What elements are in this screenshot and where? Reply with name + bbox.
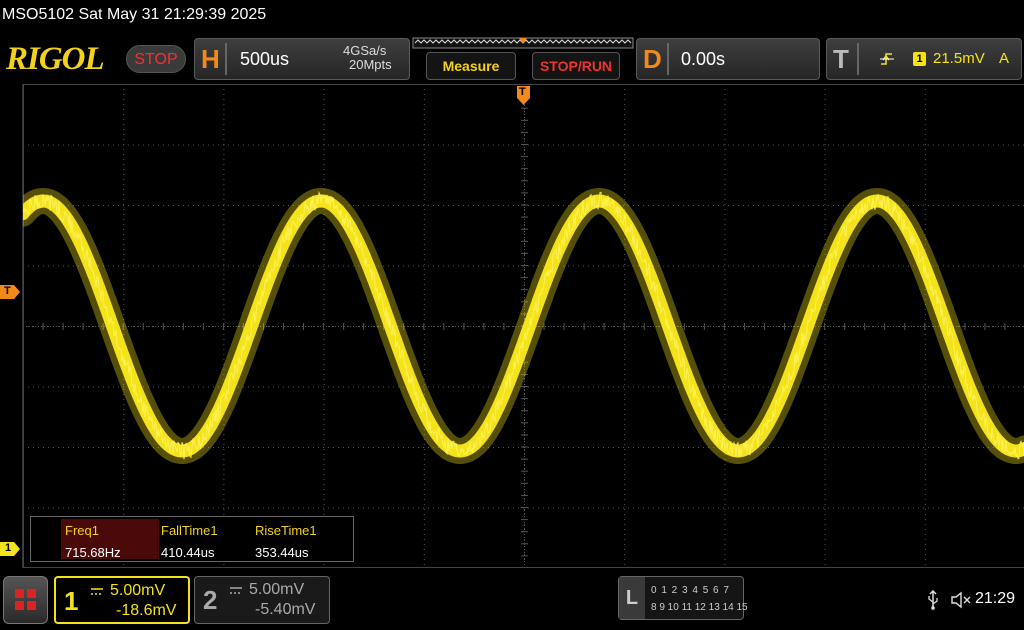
rising-edge-icon bbox=[879, 51, 895, 67]
divider bbox=[667, 43, 669, 75]
measure-name-2: RiseTime1 bbox=[255, 523, 317, 538]
dc-coupling-icon bbox=[229, 585, 243, 595]
measure-button[interactable]: Measure bbox=[426, 52, 516, 80]
stop-run-button[interactable]: STOP/RUN bbox=[532, 52, 620, 80]
measure-name-0: Freq1 bbox=[65, 523, 99, 538]
ch1-panel[interactable]: 1 5.00mV -18.6mV bbox=[54, 576, 190, 624]
ch1-offset: -18.6mV bbox=[116, 602, 176, 620]
ch1-number: 1 bbox=[64, 586, 78, 617]
window-title: MSO5102 Sat May 31 21:29:39 2025 bbox=[2, 6, 266, 24]
logic-channels-row2: 8 9 10 11 12 13 14 15 bbox=[651, 602, 748, 613]
ch1-scale: 5.00mV bbox=[110, 582, 165, 600]
measurement-panel[interactable]: Freq1 715.68Hz FallTime1 410.44us RiseTi… bbox=[30, 516, 354, 562]
waveform-grid-svg bbox=[23, 84, 1024, 568]
waveform-display[interactable] bbox=[22, 84, 1024, 568]
measure-value-2: 353.44us bbox=[255, 545, 309, 560]
ch1-trace bbox=[23, 192, 1024, 459]
ch2-number: 2 bbox=[203, 585, 217, 616]
title-bar: MSO5102 Sat May 31 21:29:39 2025 bbox=[0, 0, 1024, 34]
horizontal-panel[interactable]: H 500us 4GSa/s 20Mpts bbox=[194, 38, 410, 80]
measure-value-0: 715.68Hz bbox=[65, 545, 121, 560]
measure-name-1: FallTime1 bbox=[161, 523, 218, 538]
ch2-offset: -5.40mV bbox=[255, 601, 315, 619]
logic-panel[interactable]: L 0 1 2 3 4 5 6 7 8 9 10 11 12 13 14 15 bbox=[618, 576, 744, 620]
trigger-level-label: T bbox=[4, 285, 11, 297]
measure-value-1: 410.44us bbox=[161, 545, 215, 560]
ch1-ground-marker[interactable]: 1 bbox=[0, 542, 21, 556]
divider bbox=[857, 43, 859, 75]
menu-button[interactable] bbox=[3, 576, 48, 624]
delay-value: 0.00s bbox=[681, 49, 725, 70]
grid-menu-icon bbox=[14, 588, 38, 612]
speaker-muted-icon[interactable] bbox=[950, 590, 972, 610]
trigger-mode: A bbox=[999, 50, 1009, 67]
status-clock: 21:29 bbox=[975, 590, 1015, 608]
delay-letter: D bbox=[643, 44, 662, 74]
run-state-badge[interactable]: STOP bbox=[126, 45, 186, 73]
trigger-source-badge: 1 bbox=[913, 52, 926, 66]
horizontal-letter: H bbox=[201, 44, 220, 74]
dc-coupling-icon bbox=[90, 586, 104, 596]
trigger-panel[interactable]: T 1 21.5mV A bbox=[826, 38, 1022, 80]
logic-channels-row1: 0 1 2 3 4 5 6 7 bbox=[651, 585, 730, 596]
memory-position-indicator bbox=[412, 36, 634, 52]
ch2-panel[interactable]: 2 5.00mV -5.40mV bbox=[194, 576, 330, 624]
trigger-level-marker[interactable]: T bbox=[0, 285, 21, 299]
trigger-marker-label: T bbox=[519, 86, 526, 98]
delay-panel[interactable]: D 0.00s bbox=[636, 38, 820, 80]
usb-icon bbox=[926, 590, 940, 610]
ch1-ground-label: 1 bbox=[5, 542, 11, 554]
sample-rate: 4GSa/s bbox=[343, 44, 386, 58]
trigger-position-marker[interactable]: T bbox=[517, 86, 530, 106]
rigol-logo: RIGOL bbox=[6, 40, 104, 78]
trigger-letter: T bbox=[833, 44, 849, 74]
memory-depth: 20Mpts bbox=[349, 58, 392, 72]
timebase-value: 500us bbox=[240, 49, 289, 70]
ch2-scale: 5.00mV bbox=[249, 581, 304, 599]
trigger-level: 21.5mV bbox=[933, 50, 985, 67]
divider bbox=[225, 43, 227, 75]
logic-letter: L bbox=[619, 577, 645, 619]
